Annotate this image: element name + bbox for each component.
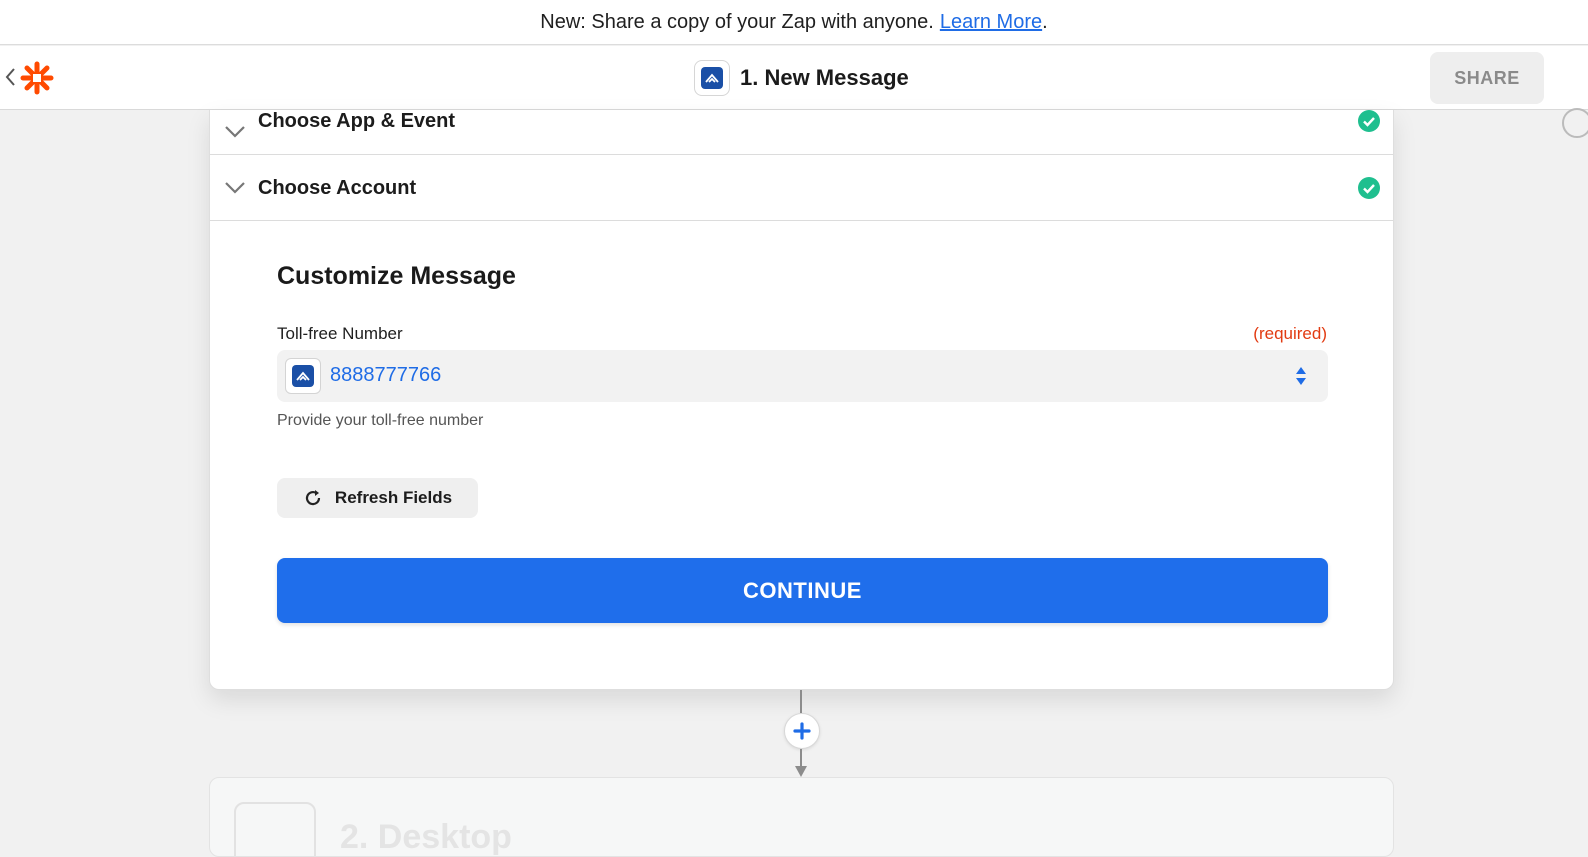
toll-free-number-select[interactable]: 8888777766 <box>277 350 1328 402</box>
step-label: Choose Account <box>258 177 417 199</box>
step-row-choose-account[interactable]: Choose Account <box>210 155 1393 221</box>
field-label: Toll-free Number <box>277 324 403 343</box>
next-step-card[interactable]: 2. Desktop <box>209 777 1394 857</box>
zapier-logo-icon[interactable] <box>20 61 54 95</box>
chevron-left-icon[interactable] <box>4 66 18 90</box>
select-value: 8888777766 <box>330 364 442 386</box>
check-circle-icon <box>1358 110 1380 132</box>
app-icon-placeholder <box>234 802 316 856</box>
chevron-down-icon <box>225 182 245 194</box>
app-icon <box>285 358 321 394</box>
connector-line <box>800 690 802 713</box>
add-step-button[interactable] <box>784 713 820 749</box>
check-circle-icon <box>1358 177 1380 199</box>
refresh-label: Refresh Fields <box>334 488 453 507</box>
chevron-down-icon <box>225 126 245 138</box>
step-row-choose-app[interactable]: Choose App & Event <box>210 110 1393 155</box>
step-title-group[interactable]: 1. New Message <box>694 59 909 97</box>
help-text: Provide your toll-free number <box>277 412 484 429</box>
sort-arrows-icon <box>1296 367 1306 385</box>
banner-text: New: Share a copy of your Zap with anyon… <box>540 10 934 33</box>
step-title: 1. New Message <box>740 65 909 90</box>
section-title: Customize Message <box>277 262 516 290</box>
learn-more-link[interactable]: Learn More <box>940 11 1042 34</box>
required-indicator: (required) <box>1253 324 1327 343</box>
refresh-fields-button[interactable]: Refresh Fields <box>277 478 478 518</box>
app-icon <box>694 60 730 96</box>
step-card: Choose App & Event Choose Account Custom… <box>209 110 1394 690</box>
avatar[interactable] <box>1562 108 1588 138</box>
plus-icon <box>793 722 811 740</box>
connector-line <box>800 749 802 767</box>
editor-header: 1. New Message SHARE <box>0 46 1588 138</box>
banner-period: . <box>1042 10 1048 33</box>
announcement-banner: New: Share a copy of your Zap with anyon… <box>0 0 1588 45</box>
refresh-icon <box>305 490 321 506</box>
step-label: Choose App & Event <box>258 110 456 132</box>
share-button[interactable]: SHARE <box>1430 52 1544 104</box>
arrow-down-icon <box>795 766 807 777</box>
continue-button[interactable]: CONTINUE <box>277 558 1328 623</box>
